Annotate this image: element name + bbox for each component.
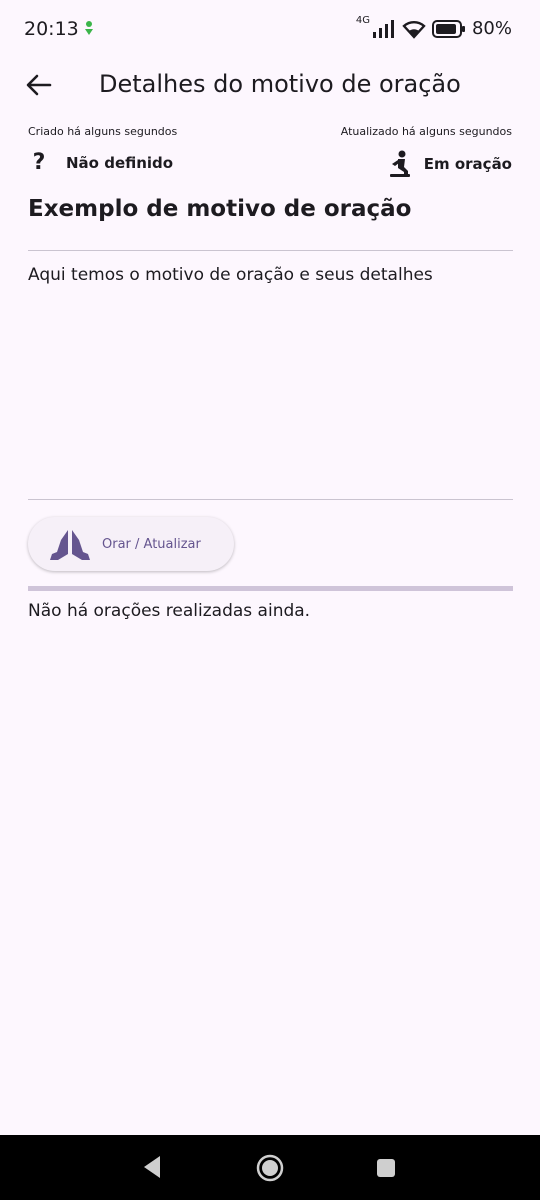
praying-person-icon [389,150,410,177]
pray-update-button[interactable]: Orar / Atualizar [28,517,234,571]
item-description: Aqui temos o motivo de oração e seus det… [28,265,433,285]
download-icon [85,21,93,35]
arrow-left-icon[interactable] [22,68,56,102]
empty-prayers-message: Não há orações realizadas ainda. [28,601,311,621]
page-title: Detalhes do motivo de oração [99,70,461,98]
nav-back-icon[interactable] [140,1153,164,1181]
status-time: 20:13 [24,18,79,40]
battery-icon [431,19,465,38]
progress-bar [28,586,513,591]
nav-home-icon[interactable] [255,1153,285,1183]
state-label: Em oração [423,155,512,173]
prayer-state: Em oração [386,150,512,178]
divider [28,250,513,251]
updated-timestamp: Atualizado há alguns segundos [340,125,512,138]
battery-percent: 80% [471,18,512,39]
status-bar: 20:13 4G 80% [0,0,540,60]
category-label: Não definido [66,153,174,172]
praying-hands-icon [50,530,90,560]
item-title: Exemplo de motivo de oração [28,196,412,222]
status-indicators: 4G 80% [355,15,512,39]
nav-recents-icon[interactable] [376,1158,396,1178]
question-mark-icon: ? [32,150,46,175]
signal-icon [372,19,394,38]
network-type: 4G [355,15,370,26]
pray-button-label: Orar / Atualizar [102,536,201,552]
divider [28,499,513,500]
created-timestamp: Criado há alguns segundos [28,125,178,138]
category-status: ? Não definido [28,150,174,175]
wifi-icon [402,20,426,39]
